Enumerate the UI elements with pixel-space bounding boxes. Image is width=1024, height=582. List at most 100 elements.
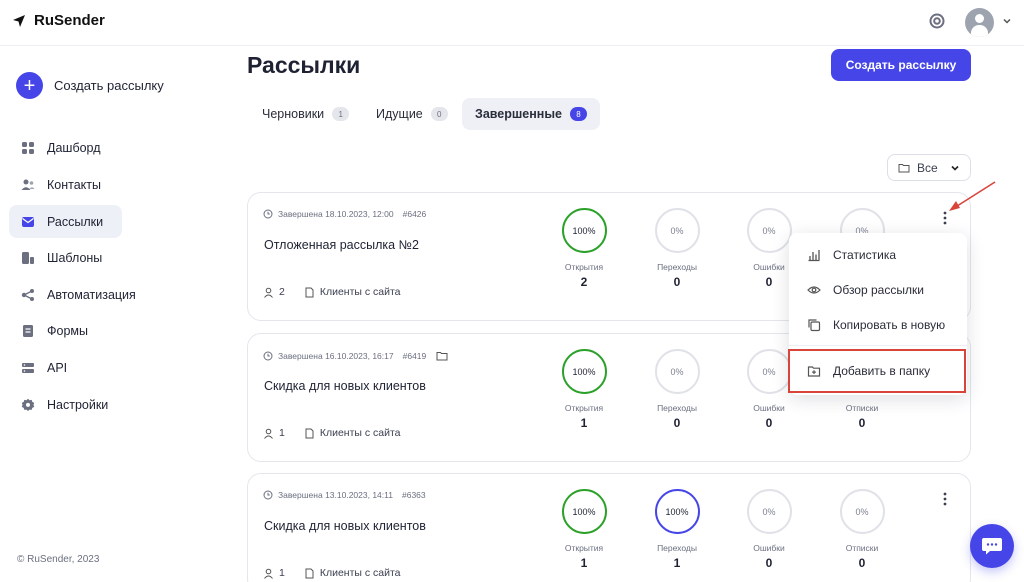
campaign-audience: 1 Клиенты с сайта <box>263 427 401 439</box>
sidebar-item-label: Автоматизация <box>47 287 136 302</box>
dashboard-icon <box>22 141 34 154</box>
stat-label: Открытия <box>564 262 604 272</box>
tab-drafts[interactable]: Черновики 1 <box>249 98 362 130</box>
stat-errors: 0% Ошибки 0 <box>729 489 809 570</box>
stat-label: Переходы <box>657 262 697 272</box>
sidebar-item-contacts[interactable]: Контакты <box>9 168 122 201</box>
api-icon <box>22 362 34 373</box>
menu-divider <box>789 345 967 346</box>
campaign-audience: 1 Клиенты с сайта <box>263 567 401 579</box>
campaign-status: Завершена 13.10.2023, 14:11 <box>278 490 393 500</box>
create-campaign-sidebar-button[interactable]: + Создать рассылку <box>16 72 164 99</box>
sidebar-item-label: Контакты <box>47 177 101 192</box>
campaign-title[interactable]: Скидка для новых клиентов <box>264 519 426 533</box>
user-icon <box>264 287 273 298</box>
stat-value: 1 <box>580 556 588 570</box>
stat-ring: 100% <box>654 489 700 534</box>
sidebar-item-automation[interactable]: Автоматизация <box>9 278 136 311</box>
stat-ring: 0% <box>654 208 700 253</box>
tab-completed[interactable]: Завершенные 8 <box>462 98 600 130</box>
menu-item-label: Обзор рассылки <box>833 283 924 297</box>
menu-item-statistics[interactable]: Статистика <box>789 239 967 271</box>
create-campaign-button[interactable]: Создать рассылку <box>831 49 971 81</box>
folder-filter-value: Все <box>917 160 938 175</box>
stat-label: Переходы <box>657 543 697 553</box>
eye-icon <box>807 286 821 294</box>
chevron-down-icon[interactable] <box>1002 16 1012 26</box>
sidebar-item-settings[interactable]: Настройки <box>9 388 122 421</box>
logo[interactable]: RuSender <box>12 12 105 29</box>
logo-icon <box>13 14 25 27</box>
campaign-title[interactable]: Скидка для новых клиентов <box>264 379 426 393</box>
stat-value: 2 <box>580 275 588 289</box>
settings-icon <box>21 398 35 411</box>
more-vertical-icon[interactable] <box>940 491 950 507</box>
menu-item-label: Копировать в новую <box>833 318 946 332</box>
sidebar-item-label: Настройки <box>47 397 109 412</box>
recipients-count: 1 <box>279 567 285 579</box>
stat-value: 0 <box>673 275 681 289</box>
recipients-count: 2 <box>279 286 285 298</box>
chat-support-button[interactable] <box>970 524 1014 568</box>
stat-value: 1 <box>673 556 681 570</box>
clock-icon <box>263 490 273 500</box>
stat-clicks: 100% Переходы 1 <box>637 489 717 570</box>
campaign-card[interactable]: Завершена 13.10.2023, 14:11 #6363 Скидка… <box>247 473 971 582</box>
contacts-icon <box>21 179 35 190</box>
sidebar-item-label: Дашборд <box>47 140 101 155</box>
document-icon <box>305 428 314 438</box>
user-icon <box>264 428 273 439</box>
user-icon <box>264 568 273 579</box>
stat-value: 1 <box>580 416 588 430</box>
stat-ring: 0% <box>839 489 885 534</box>
tab-count-badge: 1 <box>332 107 350 121</box>
stat-label: Переходы <box>657 403 697 413</box>
copy-icon <box>808 319 821 332</box>
sidebar-item-label: API <box>47 360 68 375</box>
contact-list-name: Клиенты с сайта <box>319 567 401 579</box>
help-icon[interactable] <box>929 13 945 29</box>
folder-icon[interactable] <box>436 350 448 362</box>
menu-item-label: Статистика <box>833 248 897 262</box>
tab-label: Черновики <box>262 107 325 121</box>
stat-opens: 100% Открытия 2 <box>544 208 624 289</box>
contact-list-name: Клиенты с сайта <box>319 286 401 298</box>
stat-ring: 0% <box>746 489 792 534</box>
campaign-status: Завершена 16.10.2023, 16:17 <box>278 351 394 361</box>
chevron-down-icon <box>951 165 959 171</box>
sidebar-item-api[interactable]: API <box>9 351 122 384</box>
menu-item-copy[interactable]: Копировать в новую <box>789 309 967 341</box>
stat-clicks: 0% Переходы 0 <box>637 349 717 430</box>
sidebar-item-templates[interactable]: Шаблоны <box>9 241 122 274</box>
stat-opens: 100% Открытия 1 <box>544 489 624 570</box>
tab-running[interactable]: Идущие 0 <box>363 98 461 130</box>
campaign-meta: Завершена 16.10.2023, 16:17 #6419 <box>263 350 448 362</box>
stat-ring: 100% <box>561 208 607 253</box>
stat-label: Ошибки <box>753 403 785 413</box>
folder-icon <box>898 163 910 172</box>
tab-count-badge: 0 <box>430 107 448 121</box>
sidebar-item-dashboard[interactable]: Дашборд <box>9 131 122 164</box>
recipients-count: 1 <box>279 427 285 439</box>
campaign-status: Завершена 18.10.2023, 12:00 <box>278 209 394 219</box>
automation-icon <box>21 288 34 301</box>
chat-icon <box>982 538 1002 555</box>
campaign-id: #6363 <box>401 490 426 500</box>
tab-label: Идущие <box>376 107 423 121</box>
campaign-title[interactable]: Отложенная рассылка №2 <box>264 238 419 252</box>
avatar[interactable] <box>965 8 994 37</box>
sidebar-item-label: Формы <box>47 323 88 338</box>
stat-opens: 100% Открытия 1 <box>544 349 624 430</box>
document-icon <box>305 568 314 578</box>
stat-label: Ошибки <box>753 543 785 553</box>
stat-label: Отписки <box>845 403 879 413</box>
contact-list-name: Клиенты с сайта <box>319 427 401 439</box>
stat-label: Открытия <box>564 403 604 413</box>
stat-value: 0 <box>673 416 681 430</box>
stats-icon <box>808 250 820 262</box>
sidebar-item-campaigns[interactable]: Рассылки <box>9 205 122 238</box>
mail-icon <box>22 216 34 227</box>
menu-item-preview[interactable]: Обзор рассылки <box>789 274 967 306</box>
sidebar-item-forms[interactable]: Формы <box>9 314 122 347</box>
campaign-audience: 2 Клиенты с сайта <box>263 286 401 298</box>
